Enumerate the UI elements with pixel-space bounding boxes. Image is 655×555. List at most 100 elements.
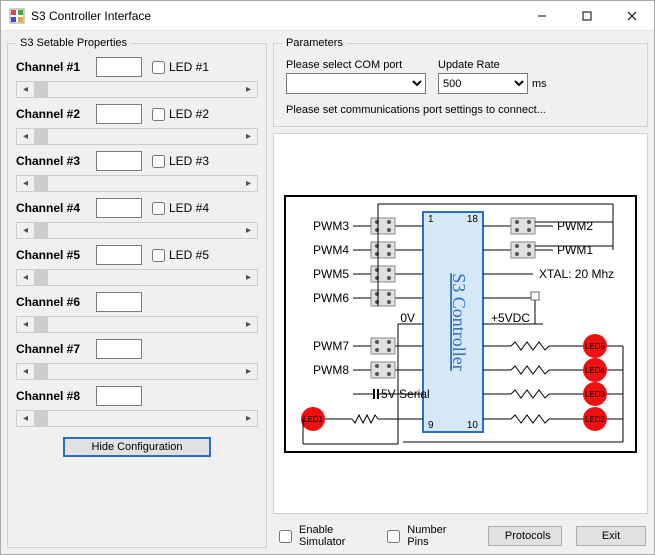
- svg-text:XTAL: 20 Mhz: XTAL: 20 Mhz: [539, 267, 614, 281]
- slider-thumb[interactable]: [34, 176, 48, 191]
- channel-value-input[interactable]: [96, 386, 142, 406]
- enable-simulator-wrap[interactable]: Enable Simulator: [275, 524, 369, 548]
- channel-value-input[interactable]: [96, 292, 142, 312]
- slider-left-button[interactable]: ◂: [17, 364, 34, 379]
- com-port-label: Please select COM port: [286, 59, 426, 71]
- slider-thumb[interactable]: [34, 223, 48, 238]
- channel-slider[interactable]: ◂ ▸: [16, 222, 258, 239]
- channel-slider[interactable]: ◂ ▸: [16, 363, 258, 380]
- channel-label: Channel #5: [16, 248, 86, 262]
- channel-slider[interactable]: ◂ ▸: [16, 128, 258, 145]
- hide-config-wrap: Hide Configuration: [16, 433, 258, 457]
- slider-right-button[interactable]: ▸: [240, 317, 257, 332]
- slider-track[interactable]: [34, 176, 240, 191]
- slider-left-button[interactable]: ◂: [17, 270, 34, 285]
- led-checkbox[interactable]: [152, 202, 165, 215]
- protocols-button[interactable]: Protocols: [488, 526, 562, 546]
- channel-row: Channel #1 LED #1: [16, 57, 258, 77]
- minimize-button[interactable]: [519, 1, 564, 30]
- channel-value-input[interactable]: [96, 57, 142, 77]
- slider-track[interactable]: [34, 129, 240, 144]
- led-checkbox-wrap[interactable]: LED #3: [152, 154, 209, 168]
- close-button[interactable]: [609, 1, 654, 30]
- number-pins-wrap[interactable]: Number Pins: [383, 524, 460, 548]
- setable-group: S3 Setable Properties Channel #1 LED #1 …: [7, 37, 267, 548]
- slider-right-button[interactable]: ▸: [240, 82, 257, 97]
- led-checkbox-wrap[interactable]: LED #5: [152, 248, 209, 262]
- channel-value-input[interactable]: [96, 245, 142, 265]
- bottom-row: Enable Simulator Number Pins Protocols E…: [273, 520, 648, 548]
- slider-right-button[interactable]: ▸: [240, 270, 257, 285]
- channel-slider[interactable]: ◂ ▸: [16, 81, 258, 98]
- channel-row: Channel #5 LED #5: [16, 245, 258, 265]
- led-checkbox-wrap[interactable]: LED #4: [152, 201, 209, 215]
- slider-right-button[interactable]: ▸: [240, 176, 257, 191]
- channel-slider[interactable]: ◂ ▸: [16, 175, 258, 192]
- hide-configuration-button[interactable]: Hide Configuration: [63, 437, 210, 457]
- slider-thumb[interactable]: [34, 411, 48, 426]
- channel-slider[interactable]: ◂ ▸: [16, 269, 258, 286]
- slider-left-button[interactable]: ◂: [17, 411, 34, 426]
- channel-slider[interactable]: ◂ ▸: [16, 410, 258, 427]
- exit-button[interactable]: Exit: [576, 526, 646, 546]
- led-checkbox[interactable]: [152, 155, 165, 168]
- slider-thumb[interactable]: [34, 82, 48, 97]
- left-column: S3 Setable Properties Channel #1 LED #1 …: [7, 37, 267, 548]
- slider-right-button[interactable]: ▸: [240, 364, 257, 379]
- channel-value-input[interactable]: [96, 104, 142, 124]
- channel-value-input[interactable]: [96, 198, 142, 218]
- slider-right-button[interactable]: ▸: [240, 129, 257, 144]
- slider-left-button[interactable]: ◂: [17, 82, 34, 97]
- slider-right-button[interactable]: ▸: [240, 411, 257, 426]
- channel-value-input[interactable]: [96, 339, 142, 359]
- svg-text:5V Serial: 5V Serial: [381, 387, 430, 401]
- right-column: Parameters Please select COM port Update…: [273, 37, 648, 548]
- slider-left-button[interactable]: ◂: [17, 317, 34, 332]
- svg-text:PWM4: PWM4: [313, 243, 349, 257]
- svg-text:0V: 0V: [400, 311, 415, 325]
- channel-row: Channel #4 LED #4: [16, 198, 258, 218]
- svg-text:PWM1: PWM1: [557, 243, 593, 257]
- slider-left-button[interactable]: ◂: [17, 176, 34, 191]
- slider-thumb[interactable]: [34, 364, 48, 379]
- led-checkbox-wrap[interactable]: LED #2: [152, 107, 209, 121]
- window-title: S3 Controller Interface: [31, 9, 519, 23]
- parameters-row: Please select COM port Update Rate 500 m…: [282, 57, 639, 100]
- slider-track[interactable]: [34, 317, 240, 332]
- led-label: LED #1: [169, 60, 209, 74]
- maximize-button[interactable]: [564, 1, 609, 30]
- slider-track[interactable]: [34, 270, 240, 285]
- com-port-select[interactable]: [286, 73, 426, 94]
- channel-row: Channel #6: [16, 292, 258, 312]
- channel-block: Channel #8 ◂ ▸: [16, 386, 258, 427]
- slider-track[interactable]: [34, 223, 240, 238]
- slider-thumb[interactable]: [34, 270, 48, 285]
- slider-right-button[interactable]: ▸: [240, 223, 257, 238]
- led-checkbox[interactable]: [152, 61, 165, 74]
- enable-simulator-checkbox[interactable]: [279, 530, 292, 543]
- slider-left-button[interactable]: ◂: [17, 129, 34, 144]
- channel-block: Channel #6 ◂ ▸: [16, 292, 258, 333]
- channel-label: Channel #3: [16, 154, 86, 168]
- slider-thumb[interactable]: [34, 129, 48, 144]
- svg-text:LED5: LED5: [585, 342, 606, 351]
- diagram-panel: S3 Controller 1 18 9 10 PWM3PWM4PWM5PWM6…: [273, 133, 648, 514]
- led-checkbox-wrap[interactable]: LED #1: [152, 60, 209, 74]
- led-checkbox[interactable]: [152, 108, 165, 121]
- channel-slider[interactable]: ◂ ▸: [16, 316, 258, 333]
- slider-track[interactable]: [34, 82, 240, 97]
- update-rate-select[interactable]: 500: [438, 73, 528, 94]
- slider-track[interactable]: [34, 411, 240, 426]
- update-rate-unit: ms: [532, 78, 547, 90]
- svg-text:PWM2: PWM2: [557, 219, 593, 233]
- slider-thumb[interactable]: [34, 317, 48, 332]
- slider-left-button[interactable]: ◂: [17, 223, 34, 238]
- svg-text:+5VDC: +5VDC: [491, 311, 530, 325]
- app-window: S3 Controller Interface S3 Setable Prope…: [0, 0, 655, 555]
- led-checkbox[interactable]: [152, 249, 165, 262]
- channel-value-input[interactable]: [96, 151, 142, 171]
- channel-block: Channel #7 ◂ ▸: [16, 339, 258, 380]
- led-label: LED #2: [169, 107, 209, 121]
- number-pins-checkbox[interactable]: [387, 530, 400, 543]
- slider-track[interactable]: [34, 364, 240, 379]
